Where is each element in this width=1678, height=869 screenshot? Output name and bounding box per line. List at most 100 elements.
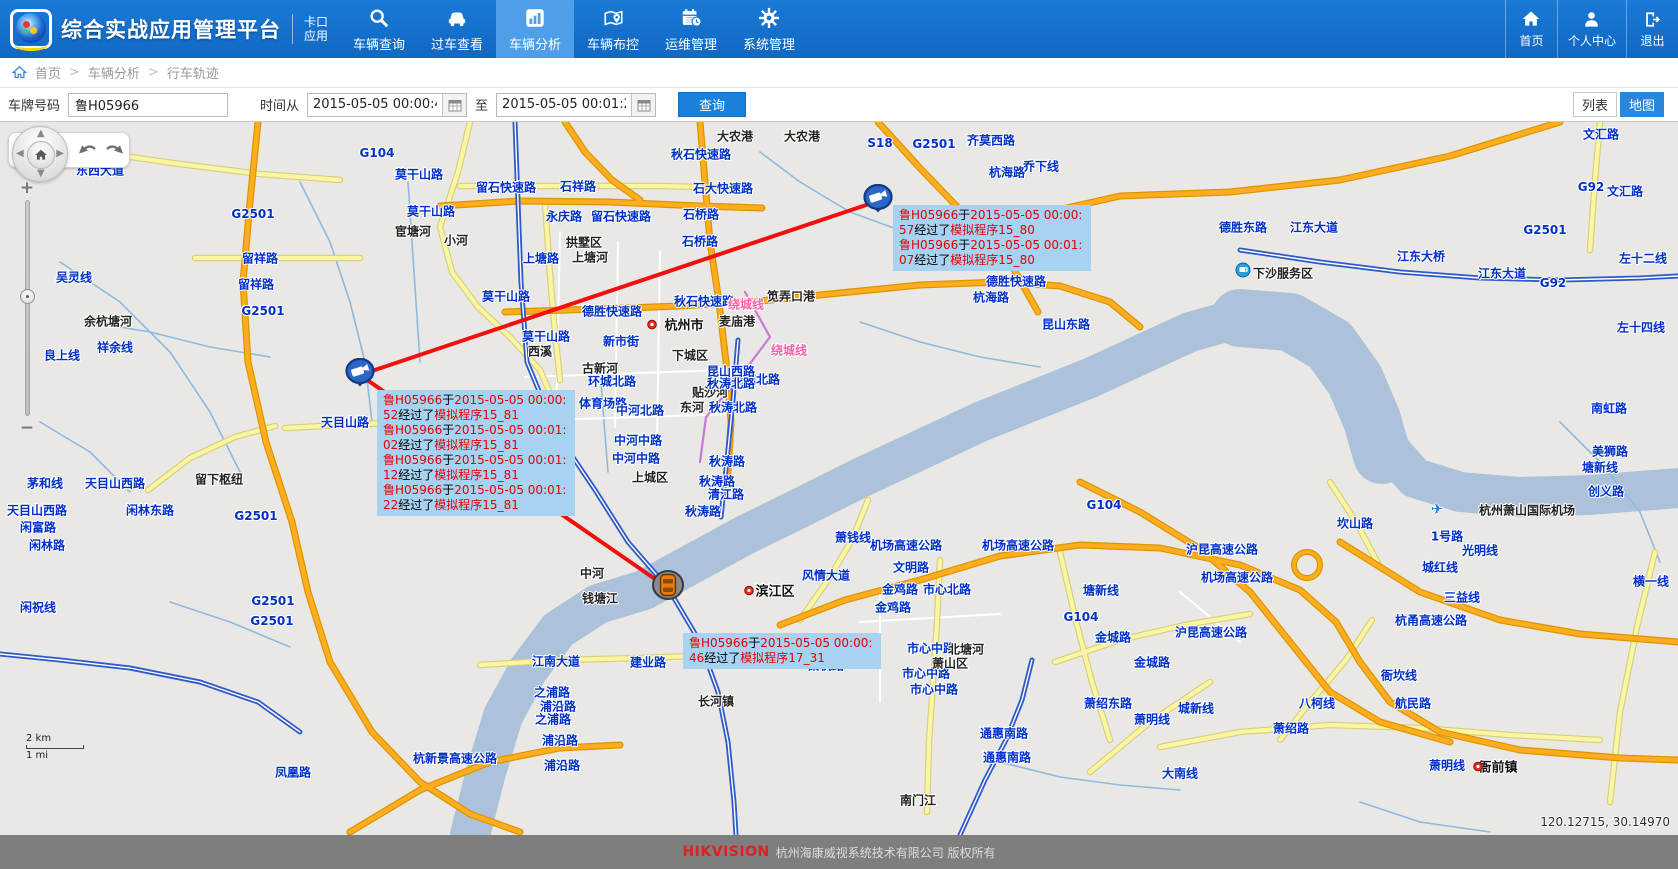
nav-item-pin[interactable]: 车辆布控 <box>574 0 652 58</box>
pan-up-arrow-icon[interactable]: ▲ <box>37 129 45 139</box>
pan-left-arrow-icon[interactable]: ◀ <box>16 149 24 159</box>
map-label: 金鸡路 <box>882 581 918 598</box>
map-label: 美狮路 <box>1592 443 1628 460</box>
map-label: 莫干山路 <box>482 288 530 305</box>
map-label: G92 <box>1578 180 1605 194</box>
map-label: 钱塘江 <box>582 590 618 607</box>
map-label: 市心北路 <box>923 581 971 598</box>
map-label: 良上线 <box>44 347 80 364</box>
map-label: 莫干山路 <box>407 203 455 220</box>
map-label: 萧绍东路 <box>1084 695 1132 712</box>
camera-marker-icon[interactable] <box>862 184 894 218</box>
red-dot-marker-icon[interactable] <box>647 315 657 334</box>
breadcrumb: 首页>车辆分析>行车轨迹 <box>0 58 1678 88</box>
brand-divider <box>292 14 293 44</box>
red-dot-marker-icon[interactable] <box>1473 757 1483 776</box>
plate-input[interactable] <box>68 93 228 117</box>
map-label: 浦沿路 <box>540 698 576 715</box>
breadcrumb-item[interactable]: 首页 <box>35 63 61 82</box>
home-icon <box>1521 9 1541 29</box>
map-label: 创义路 <box>1588 483 1624 500</box>
map-label: G2501 <box>250 614 293 628</box>
time-to-wrap <box>496 93 656 117</box>
map-label: 左十二线 <box>1619 250 1667 267</box>
search-icon <box>367 6 391 30</box>
map-label: 萧绍路 <box>1273 720 1309 737</box>
map-label: 乔下线 <box>1023 158 1059 175</box>
zoom-slider-knob[interactable] <box>20 289 35 304</box>
page-footer: HIKVISION 杭州海康威视系统技术有限公司 版权所有 <box>0 835 1678 869</box>
map-label: 文明路 <box>893 559 929 576</box>
map-label: 小河 <box>444 232 468 249</box>
map-label: 笕弄口港 <box>767 288 815 305</box>
map-label: 秋石快速路 <box>674 293 734 310</box>
user-nav-label: 退出 <box>1640 32 1664 49</box>
red-dot-marker-icon[interactable] <box>744 581 754 600</box>
map-label: 天目山西路 <box>85 475 145 492</box>
map-label: G104 <box>1087 498 1122 512</box>
view-list-button[interactable]: 列表 <box>1573 92 1617 117</box>
nav-item-calendar[interactable]: 运维管理 <box>652 0 730 58</box>
user-nav-logout[interactable]: 退出 <box>1626 0 1678 58</box>
zoom-out-button[interactable]: − <box>14 420 40 436</box>
history-forward-button[interactable] <box>104 140 124 160</box>
map-label: 市心中路 <box>902 665 950 682</box>
nav-item-label: 车辆分析 <box>509 34 561 53</box>
map-label: 江东大桥 <box>1397 248 1445 265</box>
map-label: 秋涛路 <box>685 503 721 520</box>
map-label: G2501 <box>231 207 274 221</box>
map-label: 萧山区 <box>932 655 968 672</box>
nav-item-car[interactable]: 过车查看 <box>418 0 496 58</box>
map-label: 秋涛路 <box>699 473 735 490</box>
track-info-popup: 鲁H05966于2015-05-05 00:00:52经过了模拟程序15_81鲁… <box>377 390 575 516</box>
zoom-slider[interactable] <box>25 200 30 416</box>
map-home-button[interactable] <box>27 141 55 169</box>
time-from-calendar-button[interactable] <box>442 94 466 116</box>
map-home-icon <box>34 148 48 162</box>
map-label: 天目山路 <box>321 414 369 431</box>
airport-marker-icon[interactable]: ✈ <box>1431 500 1444 518</box>
user-nav-person[interactable]: 个人中心 <box>1557 0 1626 58</box>
nav-item-chart[interactable]: 车辆分析 <box>496 0 574 58</box>
map-label: 德胜快速路 <box>986 273 1046 290</box>
calendar-icon <box>637 98 651 112</box>
user-nav-label: 首页 <box>1519 32 1543 49</box>
map-label: 八柯线 <box>1299 695 1335 712</box>
map-label: 风情大道 <box>802 567 850 584</box>
breadcrumb-item[interactable]: 行车轨迹 <box>167 63 219 82</box>
zoom-in-button[interactable]: + <box>14 180 40 196</box>
time-from-input[interactable] <box>308 94 442 116</box>
map-label: 拱墅区 <box>566 234 602 251</box>
map-label: G2501 <box>234 509 277 523</box>
nav-item-label: 系统管理 <box>743 34 795 53</box>
map-label: 闲林路 <box>29 537 65 554</box>
nav-item-search[interactable]: 车辆查询 <box>340 0 418 58</box>
user-nav-home[interactable]: 首页 <box>1505 0 1557 58</box>
map-canvas[interactable]: 东西大道G104莫干山路留石快速路石祥路石大快速路秋石快速路大农港大农港S18G… <box>0 122 1678 835</box>
map-label: 留石快速路 <box>591 208 651 225</box>
map-label: 机场高速公路 <box>982 537 1054 554</box>
breadcrumb-separator: > <box>69 65 80 80</box>
map-label: 体育场路 <box>579 395 627 412</box>
time-to-input[interactable] <box>497 94 631 116</box>
map-label: 德胜快速路 <box>582 303 642 320</box>
scale-km-label: 2 km <box>26 733 84 744</box>
map-pan-control[interactable]: ▲ ▼ ◀ ▶ <box>12 126 68 182</box>
map-label: 金鸡路 <box>875 599 911 616</box>
map-label: 杭州萧山国际机场 <box>1479 502 1575 519</box>
map-label: 秋涛路 <box>709 453 745 470</box>
map-coordinates: 120.12715, 30.14970 <box>1540 815 1670 829</box>
view-map-button[interactable]: 地图 <box>1620 92 1664 117</box>
map-scale: 2 km 1 mi <box>26 733 84 761</box>
breadcrumb-item[interactable]: 车辆分析 <box>88 63 140 82</box>
map-label: 金城路 <box>1095 629 1131 646</box>
pan-down-arrow-icon[interactable]: ▼ <box>37 169 45 179</box>
nav-item-gear[interactable]: 系统管理 <box>730 0 808 58</box>
car-marker-icon[interactable] <box>650 570 686 606</box>
time-to-calendar-button[interactable] <box>631 94 655 116</box>
pan-right-arrow-icon[interactable]: ▶ <box>56 149 64 159</box>
search-button[interactable]: 查询 <box>678 92 746 117</box>
history-back-button[interactable] <box>78 140 98 160</box>
service-area-marker-icon[interactable] <box>1236 263 1251 282</box>
camera-marker-icon[interactable] <box>344 358 376 392</box>
